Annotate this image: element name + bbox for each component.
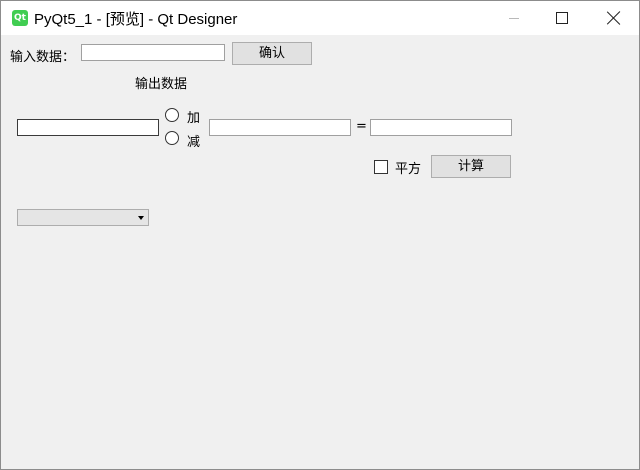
maximize-button[interactable] <box>539 1 585 35</box>
radio-add[interactable] <box>165 108 179 122</box>
radio-add-label: 加 <box>187 111 201 126</box>
combo-arrow-icon <box>138 216 144 220</box>
compute-button[interactable]: 计算 <box>431 155 511 178</box>
equals-label: = <box>356 119 367 134</box>
close-icon <box>607 11 621 25</box>
combo-box[interactable] <box>17 209 149 226</box>
radio-subtract-label: 减 <box>187 135 201 150</box>
title-bar: Qt PyQt5_1 - [预览] - Qt Designer <box>1 1 639 35</box>
square-checkbox-label: 平方 <box>395 162 422 177</box>
radio-subtract[interactable] <box>165 131 179 145</box>
result-field[interactable] <box>370 119 512 136</box>
maximize-icon <box>556 12 568 24</box>
close-button[interactable] <box>591 1 637 35</box>
qt-designer-icon: Qt <box>12 10 28 26</box>
input-data-field[interactable] <box>81 44 225 61</box>
minimize-button[interactable] <box>491 1 537 35</box>
operand1-field[interactable] <box>17 119 159 136</box>
window-title: PyQt5_1 - [预览] - Qt Designer <box>34 11 238 28</box>
operand2-field[interactable] <box>209 119 351 136</box>
minimize-icon <box>509 17 519 19</box>
output-data-label: 输出数据 <box>135 77 188 92</box>
confirm-button[interactable]: 确认 <box>232 42 312 65</box>
square-checkbox[interactable] <box>374 160 388 174</box>
input-data-label: 输入数据： <box>10 50 76 65</box>
designer-preview-window: Qt PyQt5_1 - [预览] - Qt Designer 输入数据： 确认… <box>0 0 640 470</box>
